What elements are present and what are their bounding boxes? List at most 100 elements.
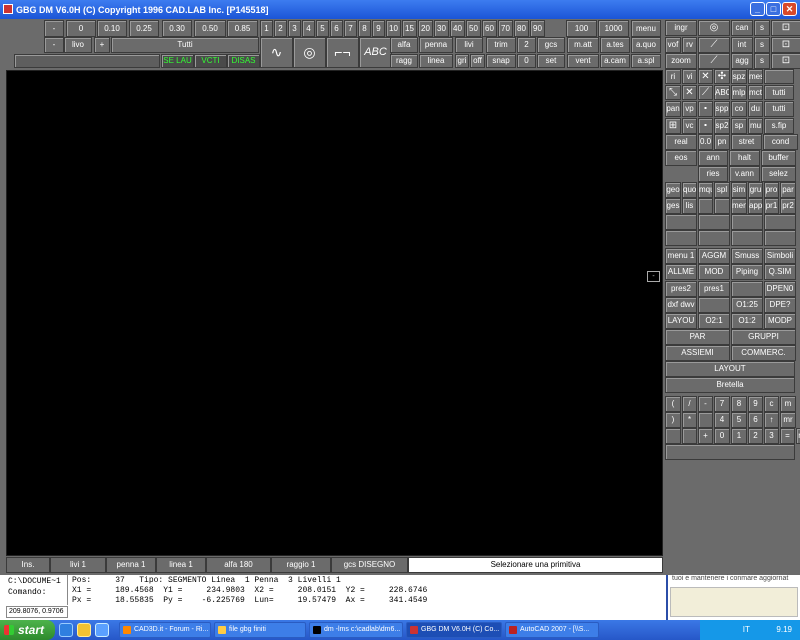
panel-button-k1-6[interactable]: c (764, 396, 779, 412)
panel-button-r8-4[interactable]: cond (763, 134, 798, 150)
panel-button-r11-6[interactable]: pro (764, 182, 779, 198)
tool-button[interactable]: a.quo (631, 37, 661, 53)
panel-button-r14-3[interactable] (764, 230, 796, 246)
maximize-button[interactable]: □ (766, 2, 781, 16)
tool-button[interactable]: a.cam (600, 54, 630, 68)
tool-button[interactable]: alfa (390, 37, 418, 53)
panel-button-r8-1[interactable]: 0.0 (698, 134, 713, 150)
text-abc-icon[interactable]: ABC (359, 37, 392, 68)
panel-button-r1-2[interactable]: can (731, 20, 753, 36)
panel-button-k3-6[interactable]: 3 (764, 428, 779, 444)
panel-button-r12-4[interactable]: men (731, 198, 747, 214)
frame-icon[interactable]: ⌐¬ (326, 37, 359, 68)
panel-button-r5-6[interactable]: tutti (764, 85, 794, 100)
panel-button-r12-0[interactable]: ges (665, 198, 681, 214)
panel-button-k1-2[interactable]: - (698, 396, 713, 412)
panel-button-k1-4[interactable]: 8 (731, 396, 747, 412)
preset-button[interactable]: 2 (274, 20, 287, 37)
preset-button[interactable]: 0.85 (227, 20, 258, 37)
panel-button-r17-3[interactable]: DPEN0 (764, 281, 796, 297)
level-button[interactable]: livo (64, 37, 92, 53)
panel-button-r4-1[interactable]: vi (682, 69, 697, 84)
panel-button-r7-4[interactable]: sp (731, 118, 747, 134)
panel-button-r18-2[interactable]: O1:25 (731, 297, 763, 313)
panel-button-r6-3[interactable]: spp (714, 101, 730, 117)
panel-button-r11-4[interactable]: sim (731, 182, 747, 198)
panel-button-k2-1[interactable]: * (682, 412, 697, 428)
panel-button-r5-5[interactable]: mct (748, 85, 763, 100)
language-indicator[interactable]: IT (743, 625, 750, 634)
panel-button-r9-2[interactable]: halt (729, 150, 760, 166)
snap-icon[interactable]: ⊡ (771, 37, 800, 53)
line-icon[interactable]: ⟋ (698, 53, 730, 69)
panel-button-r3-2[interactable]: agg (731, 53, 753, 69)
panel-button-k1-0[interactable]: ( (665, 396, 681, 412)
minimize-button[interactable]: _ (750, 2, 765, 16)
panel-button-k2-6[interactable]: ↑ (764, 412, 779, 428)
layer-strip[interactable] (14, 54, 160, 68)
close-button[interactable]: ✕ (782, 2, 797, 16)
taskbar-item-autocad[interactable]: AutoCAD 2007 - [\\S... (505, 622, 599, 638)
panel-button-r1-0[interactable]: ingr (665, 20, 697, 36)
panel-button-r19-0[interactable]: LAYOU (665, 313, 697, 329)
panel-button-r1-3[interactable]: s (754, 20, 770, 36)
snap-icon[interactable]: ⊡ (771, 53, 800, 69)
preset-button[interactable]: 1000 (598, 20, 629, 37)
preset-button[interactable]: 15 (402, 20, 417, 37)
tool-button[interactable]: a.spl (631, 54, 661, 68)
panel-button-r15-2[interactable]: Smuss (731, 248, 763, 264)
panel-button-r11-3[interactable]: spl (714, 182, 730, 198)
panel-button-r7-6[interactable]: s.fip (764, 118, 794, 134)
preset-button[interactable]: 7 (344, 20, 357, 37)
panel-button-r21-0[interactable]: ASSIEMI (665, 345, 730, 361)
panel-button-r19-2[interactable]: O1:2 (731, 313, 763, 329)
target-icon[interactable]: ◎ (698, 20, 730, 36)
preset-button[interactable]: 50 (466, 20, 481, 37)
preset-button[interactable]: 0.10 (97, 20, 127, 37)
panel-button-k2-4[interactable]: 5 (731, 412, 747, 428)
preset-button[interactable]: 10 (386, 20, 401, 37)
tool-button[interactable]: snap (486, 54, 516, 68)
tool-button[interactable]: 2 (517, 37, 536, 53)
panel-button-r18-1[interactable] (698, 297, 730, 313)
panel-button-r6-4[interactable]: co (731, 101, 747, 117)
desktop-quicklaunch-icon[interactable] (95, 623, 109, 637)
panel-button-k3-3[interactable]: 0 (714, 428, 730, 444)
tool-button[interactable]: a.tes (600, 37, 630, 53)
all-levels-button[interactable]: Tutti (111, 37, 259, 53)
panel-button-r11-7[interactable]: par (780, 182, 796, 198)
panel-button-r3-3[interactable]: s (754, 53, 770, 69)
panel-button-r5-3[interactable]: ABC (714, 85, 730, 100)
panel-button-k1-1[interactable]: / (682, 396, 697, 412)
panel-button-k2-0[interactable]: ) (665, 412, 681, 428)
panel-button-r4-0[interactable]: ri (665, 69, 681, 84)
panel-button-r8-2[interactable]: pn (714, 134, 730, 150)
tool-button[interactable]: penna (419, 37, 453, 53)
preset-button[interactable]: 30 (434, 20, 449, 37)
tool-button[interactable]: vent (567, 54, 599, 68)
preset-button[interactable]: 4 (302, 20, 315, 37)
panel-button-r4-6[interactable] (764, 69, 794, 84)
panel-button-r11-1[interactable]: quo (682, 182, 697, 198)
panel-button-r8-0[interactable]: real (665, 134, 697, 150)
panel-button-r14-2[interactable] (731, 230, 763, 246)
preset-button[interactable]: - (44, 20, 64, 37)
panel-button-r16-1[interactable]: MOD (698, 264, 730, 280)
preset-button[interactable]: 100 (566, 20, 597, 37)
preset-button[interactable]: 70 (498, 20, 513, 37)
panel-button-r16-2[interactable]: Piping (731, 264, 763, 280)
panel-button-r16-0[interactable]: ALLME (665, 264, 697, 280)
panel-button-r6-0[interactable]: pan (665, 101, 681, 117)
panel-button-r17-2[interactable] (731, 281, 763, 297)
panel-button-r5-4[interactable]: mlp (731, 85, 747, 100)
circle-icon[interactable]: ◎ (293, 37, 326, 68)
taskbar-item-forum[interactable]: CAD3D.it - Forum - Ri... (119, 622, 211, 638)
level-plus-button[interactable]: + (94, 37, 110, 53)
preset-button[interactable]: 0.30 (162, 20, 192, 37)
panel-button-r4-5[interactable]: mes (748, 69, 763, 84)
preset-button[interactable]: 3 (288, 20, 301, 37)
mode-indicator[interactable]: DISAS (227, 54, 260, 68)
panel-button-r7-3[interactable]: sp2 (714, 118, 730, 134)
expand-icon[interactable]: ⤡ (665, 85, 681, 100)
start-button[interactable]: start (0, 620, 55, 640)
